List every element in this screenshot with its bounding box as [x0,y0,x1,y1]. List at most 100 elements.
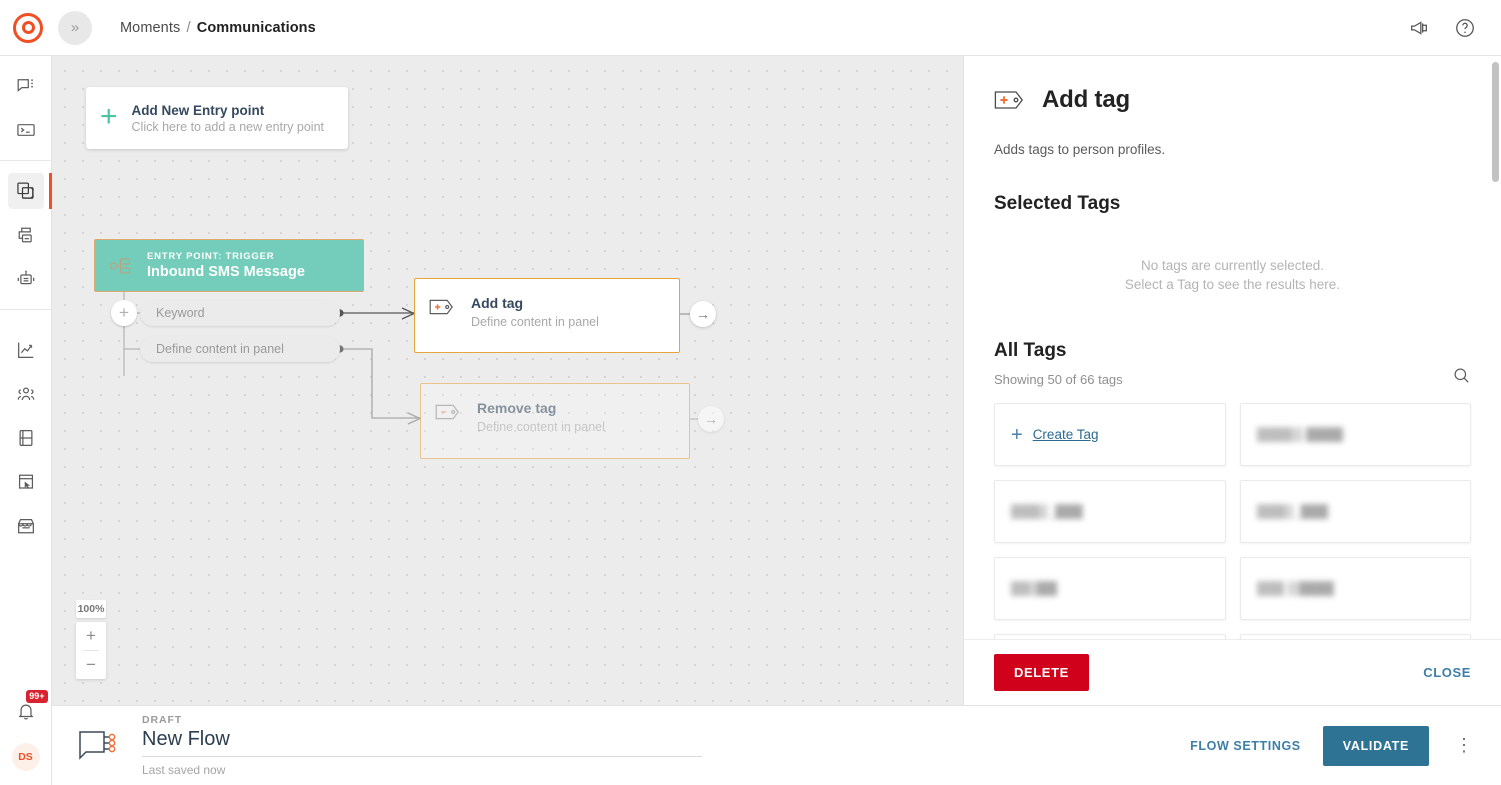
add-tag-icon [429,297,457,317]
add-entry-point-subtitle: Click here to add a new entry point [132,120,324,134]
question-circle-icon[interactable] [1453,16,1477,40]
add-tag-icon [994,88,1028,112]
tag-card[interactable]: ███ █████ [1240,557,1472,620]
branch-pill-keyword[interactable]: Keyword [140,300,340,326]
sidebar-item-people[interactable] [8,376,44,412]
node-add-tag-subtitle: Define content in panel [471,315,599,329]
app-root: » Moments / Communications [0,0,1501,785]
chevrons-right-icon[interactable]: » [58,11,92,45]
validate-button[interactable]: VALIDATE [1323,726,1429,766]
brand-logo[interactable] [0,13,56,43]
zoom-controls: 100% + − [76,600,106,679]
node-remove-tag[interactable]: Remove tag Define content in panel [420,383,690,459]
breadcrumb: Moments / Communications [120,20,316,36]
close-button[interactable]: CLOSE [1423,665,1471,680]
selected-tags-heading: Selected Tags [994,193,1471,215]
add-branch-button[interactable]: + [111,300,137,326]
side-panel-description: Adds tags to person profiles. [994,142,1471,157]
top-bar-actions [1407,16,1501,40]
tag-name: ████_███ [1011,504,1083,519]
remove-tag-icon [435,402,463,422]
sidebar-item-exchange[interactable] [8,508,44,544]
sidebar-item-conversations[interactable] [8,68,44,104]
flow-meta: DRAFT Last saved now [142,714,702,777]
tag-card[interactable]: ███████ [1240,634,1472,639]
sidebar-item-broadcast[interactable] [8,217,44,253]
plus-icon: + [1011,425,1023,445]
node-remove-tag-subtitle: Define content in panel [477,420,605,434]
bottom-bar-actions: FLOW SETTINGS VALIDATE ⋮ [1190,726,1477,766]
tag-card[interactable]: █████ ████ [1240,403,1472,466]
bottom-bar: DRAFT Last saved now FLOW SETTINGS VALID… [52,705,1501,785]
sidebar-item-answers-bot[interactable] [8,261,44,297]
trigger-flow-icon [109,255,135,277]
left-nav-rail: 99+ DS [0,56,52,785]
node-add-tag[interactable]: Add tag Define content in panel [414,278,680,353]
kebab-menu-icon[interactable]: ⋮ [1451,738,1477,752]
flow-connectors [52,56,963,705]
add-entry-point-title: Add New Entry point [132,103,324,118]
breadcrumb-parent[interactable]: Moments [120,20,180,36]
logo-inner-ring [22,21,35,34]
create-tag-label: Create Tag [1033,427,1099,442]
breadcrumb-separator: / [186,20,190,36]
zoom-level: 100% [76,600,106,618]
side-panel: Add tag Adds tags to person profiles. Se… [963,56,1501,705]
flow-diagram-icon [76,728,122,764]
branch-pill-keyword-label: Keyword [156,306,205,320]
plus-icon: + [100,102,118,132]
node-add-tag-next-arrow-icon[interactable]: → [690,301,716,327]
all-tags-heading: All Tags [994,340,1123,362]
trigger-label: ENTRY POINT: TRIGGER [147,251,305,262]
tag-card[interactable]: ██████ ████ [994,634,1226,639]
sidebar-item-communications[interactable] [8,173,44,209]
sidebar-item-analytics[interactable] [8,332,44,368]
logo-icon [13,13,43,43]
rail-group-messaging [0,56,51,160]
sidebar-item-forms[interactable] [8,464,44,500]
zoom-buttons: + − [76,622,106,679]
entry-point-trigger-node[interactable]: ENTRY POINT: TRIGGER Inbound SMS Message [94,239,364,292]
avatar[interactable]: DS [12,743,40,771]
tag-name: ████_███ [1257,504,1329,519]
all-tags-grid: + Create Tag █████ ████ ████_███ ████_██… [994,403,1471,639]
flow-name-input[interactable] [142,726,702,757]
add-entry-point-card[interactable]: + Add New Entry point Click here to add … [86,87,348,149]
branch-pill-define[interactable]: Define content in panel [140,336,340,362]
notifications-button[interactable]: 99+ [8,693,44,729]
all-tags-header: All Tags Showing 50 of 66 tags [994,340,1471,387]
all-tags-count: Showing 50 of 66 tags [994,372,1123,387]
side-panel-scrollbar[interactable] [1492,62,1499,182]
side-panel-header: Add tag [994,86,1471,114]
node-remove-tag-next-arrow-icon[interactable]: → [698,406,724,432]
sidebar-item-developer-console[interactable] [8,112,44,148]
breadcrumb-current: Communications [197,20,316,36]
flow-settings-button[interactable]: FLOW SETTINGS [1190,739,1301,753]
selected-tags-empty-line-1: No tags are currently selected. [994,257,1471,276]
tag-name: █████ [1011,581,1057,596]
zoom-in-button[interactable]: + [76,622,106,650]
flow-canvas[interactable]: + Add New Entry point Click here to add … [52,56,963,705]
side-panel-footer: DELETE CLOSE [964,639,1501,705]
delete-button[interactable]: DELETE [994,654,1089,691]
trigger-title: Inbound SMS Message [147,264,305,280]
side-panel-content: Add tag Adds tags to person profiles. Se… [964,56,1501,639]
search-icon[interactable] [1452,366,1471,387]
tag-card[interactable]: ████_███ [1240,480,1472,543]
tag-card[interactable]: █████ [994,557,1226,620]
megaphone-icon[interactable] [1407,16,1431,40]
top-bar: » Moments / Communications [0,0,1501,56]
tag-card[interactable]: ████_███ [994,480,1226,543]
flow-status-badge: DRAFT [142,714,702,726]
zoom-out-button[interactable]: − [76,651,106,679]
node-remove-tag-title: Remove tag [477,400,605,416]
sidebar-item-content[interactable] [8,420,44,456]
rail-group-data [0,310,51,556]
node-add-tag-title: Add tag [471,295,599,311]
rail-bottom-group: 99+ DS [8,693,44,785]
notifications-badge: 99+ [26,690,47,703]
tag-name: █████ ████ [1257,427,1344,442]
branch-pill-define-label: Define content in panel [156,342,284,356]
selected-tags-empty-state: No tags are currently selected. Select a… [994,257,1471,294]
create-tag-button[interactable]: + Create Tag [994,403,1226,466]
